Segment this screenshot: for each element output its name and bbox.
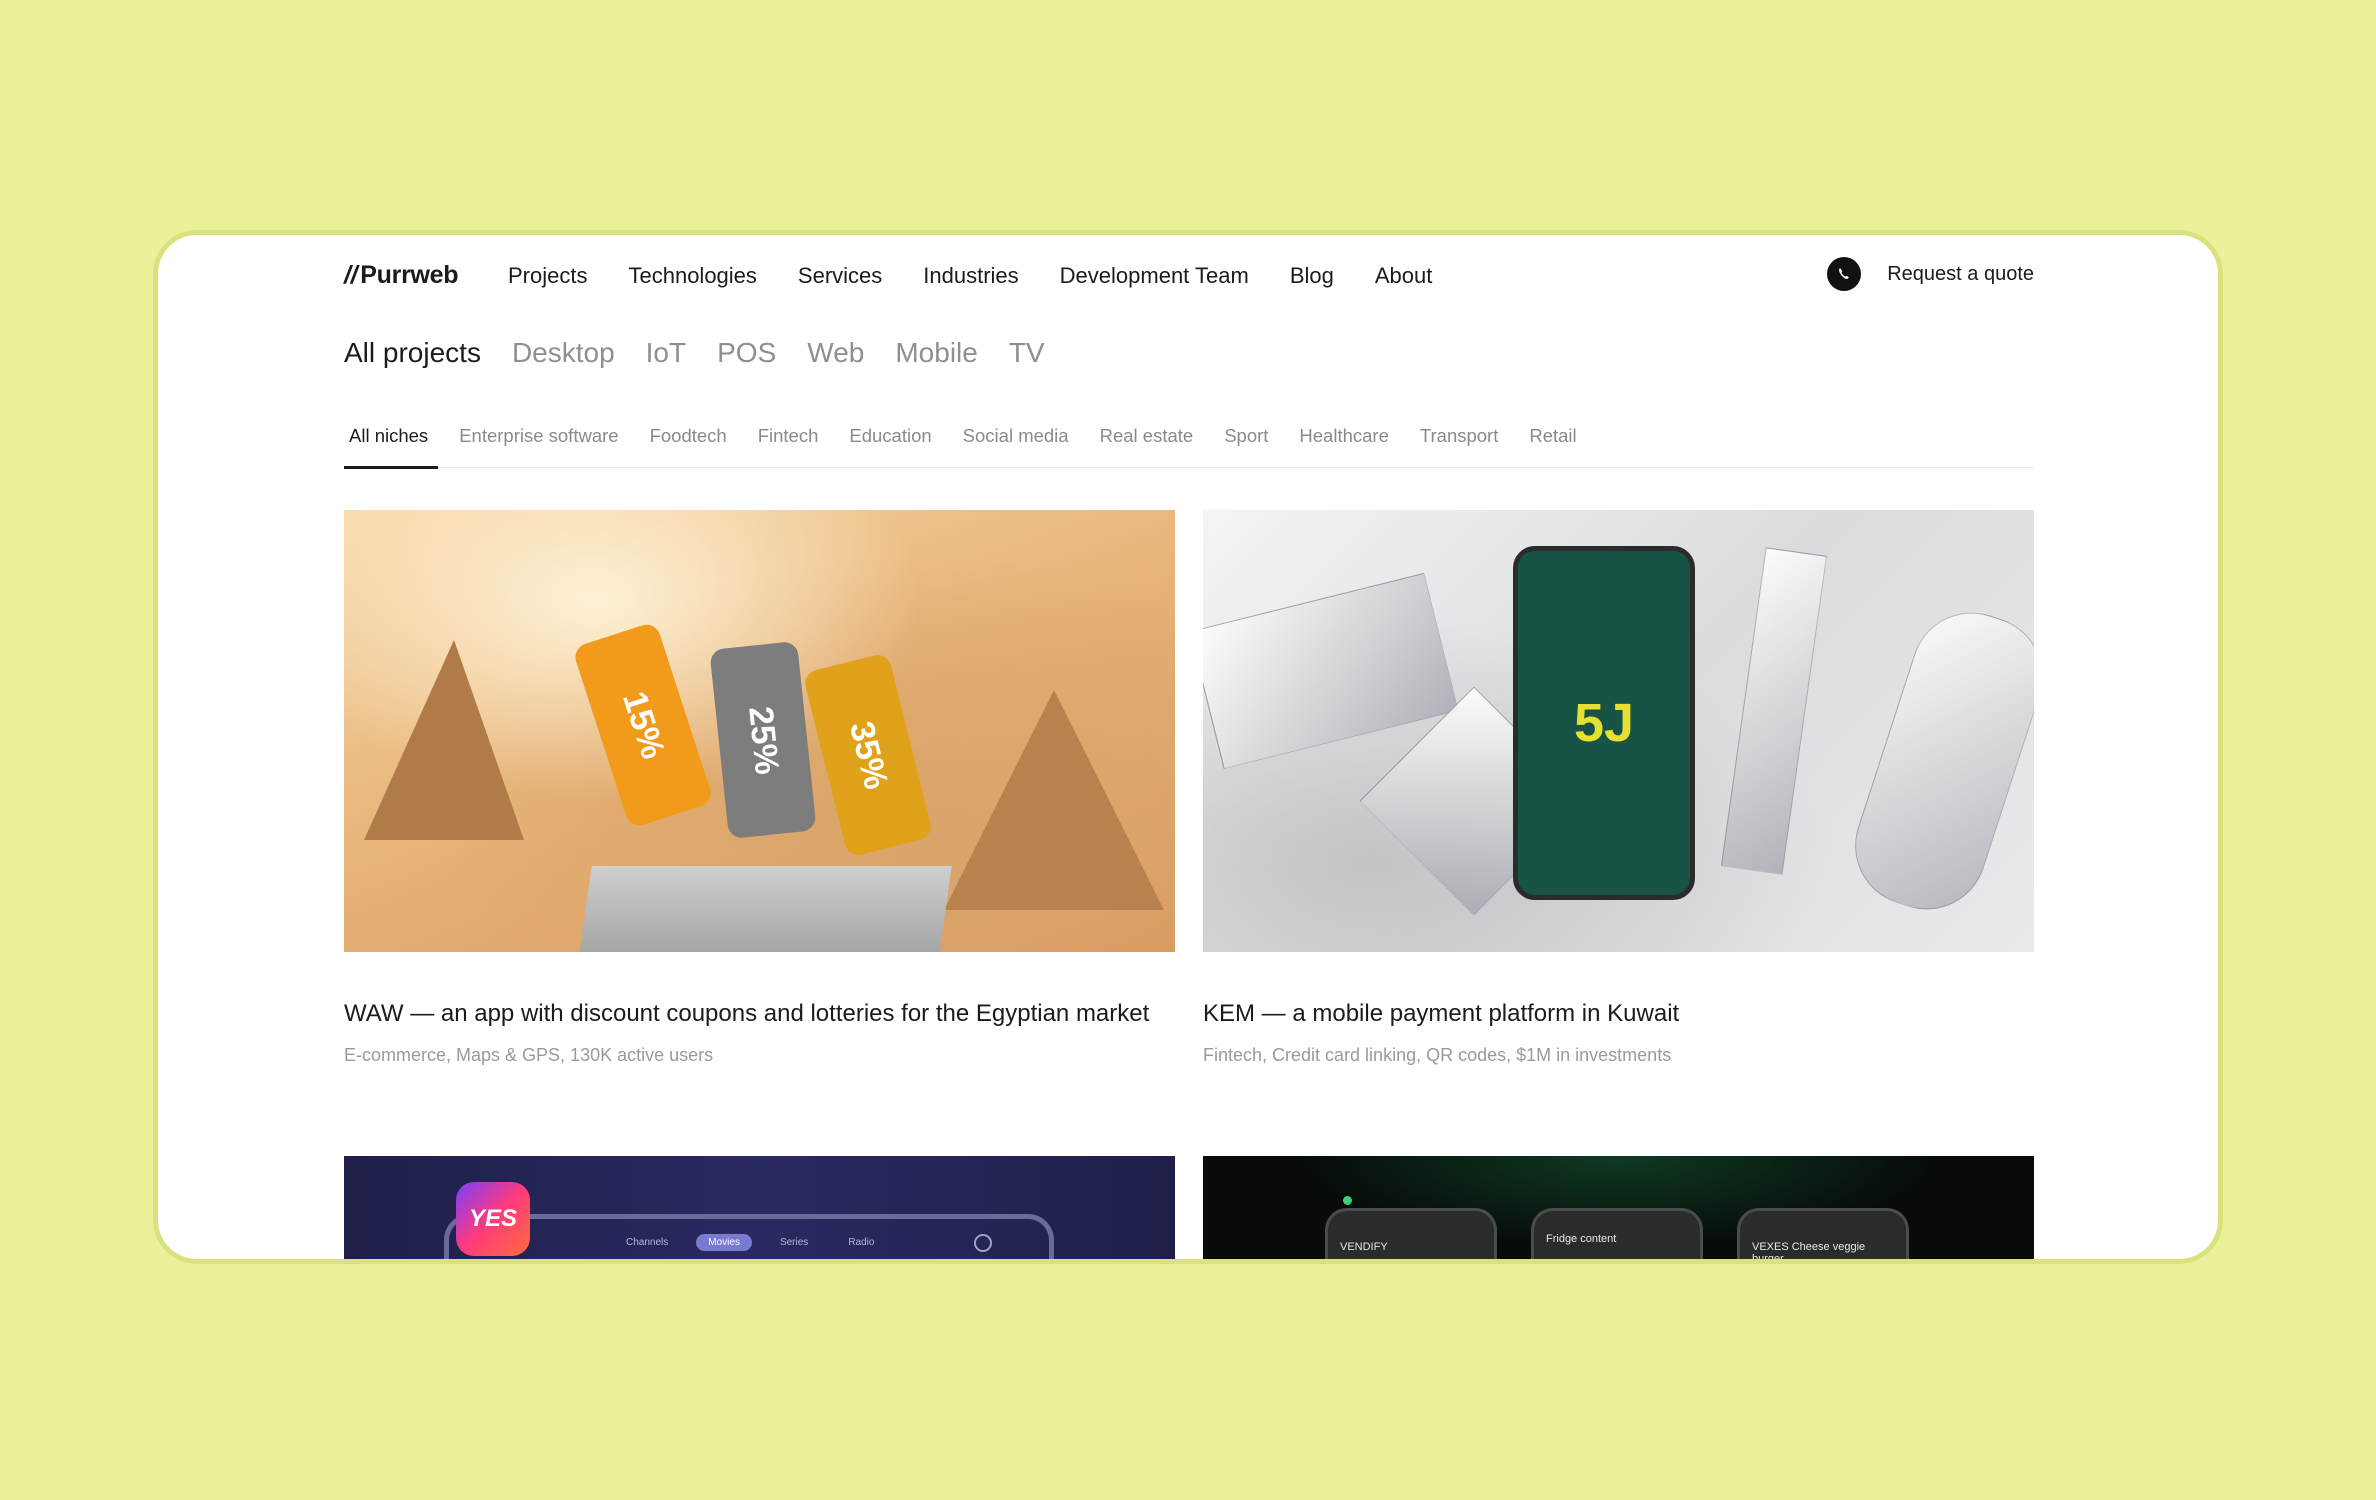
coupon-15: 15%	[571, 621, 715, 829]
niche-sport[interactable]: Sport	[1224, 425, 1268, 461]
tab-all-projects[interactable]: All projects	[344, 337, 481, 369]
coupon-25: 25%	[709, 640, 817, 840]
tab-iot[interactable]: IoT	[646, 337, 686, 369]
phone-mockup: 5J	[1513, 546, 1695, 900]
coupon-35: 35%	[802, 652, 934, 858]
project-image-yes-tv[interactable]: YES Channels Movies Series Radio	[344, 1156, 1175, 1259]
tab-pos[interactable]: POS	[717, 337, 776, 369]
vendify-logo: VENDIFY	[1340, 1241, 1388, 1253]
pyramid-left-shape	[364, 640, 524, 840]
logo[interactable]: //Purrweb	[344, 261, 459, 290]
niche-foodtech[interactable]: Foodtech	[650, 425, 727, 461]
project-card-vendify[interactable]: VENDIFY Fridge content VEXES Cheese vegg…	[1203, 1156, 2034, 1264]
status-dot	[1343, 1196, 1352, 1205]
logo-slashes: //	[344, 261, 358, 289]
crystal-pillar-shape	[1720, 547, 1828, 875]
platform-tabs: All projects Desktop IoT POS Web Mobile …	[344, 337, 1045, 369]
project-title[interactable]: WAW — an app with discount coupons and l…	[344, 998, 1175, 1030]
tv-menu-radio: Radio	[848, 1237, 875, 1248]
nav-services[interactable]: Services	[798, 263, 882, 289]
fridge-content-label: Fridge content	[1546, 1233, 1617, 1245]
project-card-waw[interactable]: 15% 25% 35% WAW — an app with discount c…	[344, 510, 1175, 1066]
glass-shape	[1839, 596, 2034, 926]
project-tags: E-commerce, Maps & GPS, 130K active user…	[344, 1045, 714, 1065]
project-image-waw[interactable]: 15% 25% 35%	[344, 510, 1175, 952]
tv-menu: Channels Movies Series Radio	[614, 1234, 886, 1251]
kem-logo: 5J	[1573, 693, 1635, 753]
nav-about[interactable]: About	[1375, 263, 1433, 289]
project-image-vendify[interactable]: VENDIFY Fridge content VEXES Cheese vegg…	[1203, 1156, 2034, 1264]
phone-mockup-1: VENDIFY	[1325, 1208, 1497, 1259]
project-card-yes-tv[interactable]: YES Channels Movies Series Radio	[344, 1156, 1175, 1259]
nav-development-team[interactable]: Development Team	[1060, 263, 1249, 289]
niche-transport[interactable]: Transport	[1420, 425, 1498, 461]
header-actions: Request a quote	[1827, 257, 2034, 291]
nav-industries[interactable]: Industries	[923, 263, 1018, 289]
tab-desktop[interactable]: Desktop	[512, 337, 615, 369]
niche-social-media[interactable]: Social media	[963, 425, 1069, 461]
phone-mockup-3: VEXES Cheese veggie burger	[1737, 1208, 1909, 1264]
yes-tv-logo: YES	[456, 1182, 530, 1256]
tab-web[interactable]: Web	[807, 337, 864, 369]
logo-text: Purrweb	[360, 261, 459, 289]
pyramid-right-shape	[944, 690, 1164, 910]
whatsapp-icon[interactable]	[1827, 257, 1862, 291]
coupon-15-label: 15%	[614, 686, 673, 764]
niche-all-niches[interactable]: All niches	[349, 425, 428, 461]
search-icon	[974, 1234, 992, 1252]
nav-technologies[interactable]: Technologies	[628, 263, 756, 289]
phone-mockup-2: Fridge content	[1531, 1208, 1703, 1259]
niche-fintech[interactable]: Fintech	[758, 425, 819, 461]
project-card-kem[interactable]: 5J KEM — a mobile payment platform in Ku…	[1203, 510, 2034, 1066]
main-nav: Projects Technologies Services Industrie…	[508, 263, 1432, 289]
request-quote-link[interactable]: Request a quote	[1887, 263, 2034, 286]
project-title[interactable]: KEM — a mobile payment platform in Kuwai…	[1203, 998, 2034, 1030]
tv-menu-channels: Channels	[626, 1237, 669, 1248]
active-tab-underline	[344, 466, 438, 469]
nav-projects[interactable]: Projects	[508, 263, 587, 289]
project-tags: Fintech, Credit card linking, QR codes, …	[1203, 1045, 1672, 1065]
phone-glyph-icon	[1839, 268, 1850, 279]
gift-box-shape	[576, 866, 952, 952]
coupon-35-label: 35%	[841, 717, 896, 793]
tab-mobile[interactable]: Mobile	[895, 337, 977, 369]
niche-real-estate[interactable]: Real estate	[1100, 425, 1194, 461]
coupon-25-label: 25%	[741, 704, 786, 776]
project-image-kem[interactable]: 5J	[1203, 510, 2034, 952]
tv-menu-series: Series	[779, 1237, 809, 1248]
nav-blog[interactable]: Blog	[1290, 263, 1334, 289]
niche-education[interactable]: Education	[849, 425, 931, 461]
tv-menu-movies: Movies	[696, 1234, 752, 1251]
tab-tv[interactable]: TV	[1009, 337, 1045, 369]
niche-healthcare[interactable]: Healthcare	[1299, 425, 1388, 461]
niche-retail[interactable]: Retail	[1529, 425, 1576, 461]
browser-window: //Purrweb Projects Technologies Services…	[153, 230, 2223, 1264]
niche-enterprise-software[interactable]: Enterprise software	[459, 425, 618, 461]
site-header: //Purrweb Projects Technologies Services…	[344, 235, 2034, 315]
niche-tabs: All niches Enterprise software Foodtech …	[344, 425, 2034, 469]
product-label: VEXES Cheese veggie burger	[1752, 1241, 1866, 1264]
